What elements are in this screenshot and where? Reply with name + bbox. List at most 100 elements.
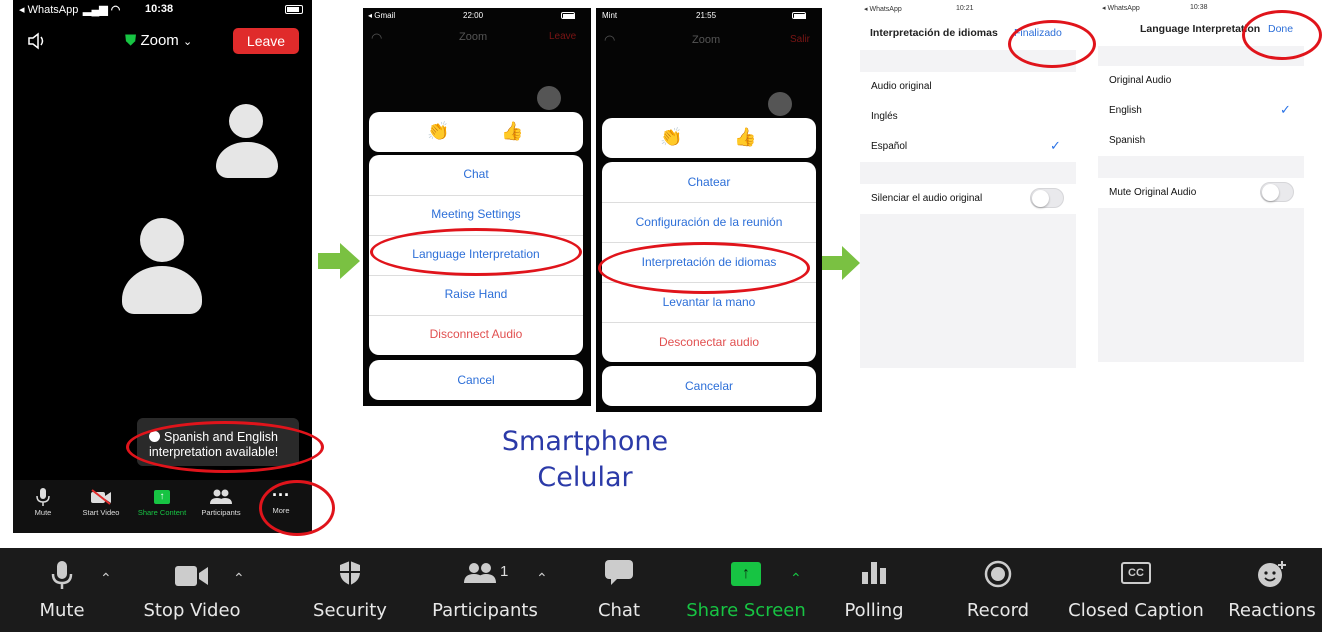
toolbar-participants-button[interactable]: 1 Participants (428, 548, 542, 632)
status-carrier: Mint (602, 11, 618, 20)
thumbs-up-emoji-icon[interactable]: 👍 (501, 121, 523, 142)
meeting-title[interactable]: ⛊ Zoom ⌄ (125, 32, 192, 49)
mute-original-toggle[interactable] (1030, 188, 1064, 208)
status-bar: ◂ WhatsApp ▂▄▆ ◠ 10:38 (13, 0, 312, 18)
toolbar-share-screen-button[interactable]: ↑ Share Screen (684, 548, 808, 632)
option-label: Original Audio (1109, 75, 1172, 86)
mute-button[interactable]: Mute (21, 486, 65, 517)
option-label: Spanish (1109, 135, 1146, 146)
option-label: Inglés (871, 111, 898, 122)
status-bar: ◂ Gmail 22:00 (363, 8, 591, 26)
toolbar-chat-button[interactable]: Chat (584, 548, 654, 632)
toolbar-record-button[interactable]: Record (958, 548, 1038, 632)
clap-emoji-icon[interactable]: 👏 (660, 127, 682, 148)
toolbar-reactions-button[interactable]: Reactions (1226, 548, 1318, 632)
menu-item-raise-hand[interactable]: Raise Hand (369, 287, 583, 301)
participants-button[interactable]: Participants (193, 486, 249, 517)
leave-button[interactable]: Leave (233, 28, 299, 54)
reactions-sheet: 👏 👍 (369, 112, 583, 152)
leave-button[interactable]: Leave (549, 31, 576, 42)
menu-item-meeting-settings[interactable]: Meeting Settings (369, 207, 583, 221)
share-options-caret-icon[interactable]: ⌃ (790, 570, 802, 587)
thumbs-up-emoji-icon[interactable]: 👍 (734, 127, 756, 148)
settings-title: Interpretación de idiomas (870, 27, 998, 39)
option-original-audio[interactable]: Original Audio (1098, 66, 1304, 96)
leave-button[interactable]: Salir (790, 34, 810, 45)
toolbar-stop-video-button[interactable]: Stop Video (140, 548, 244, 632)
toolbar-label: Security (313, 600, 387, 621)
reactions-sheet: 👏 👍 (602, 118, 816, 158)
video-off-icon (71, 486, 131, 508)
toolbar-polling-button[interactable]: Polling (838, 548, 910, 632)
option-spanish[interactable]: Spanish (1098, 126, 1304, 156)
option-espanol[interactable]: Español ✓ (860, 132, 1076, 162)
checkmark-icon: ✓ (1280, 102, 1291, 117)
toolbar-closed-caption-button[interactable]: CC Closed Caption (1068, 548, 1204, 632)
reactions-icon (1226, 560, 1318, 588)
mute-options-caret-icon[interactable]: ⌃ (100, 570, 112, 587)
signal-icon: ▂▄▆ ◠ (83, 4, 121, 16)
phone-more-menu-es: Mint 21:55 ◠ Zoom Salir 👏 👍 Chatear Conf… (596, 8, 822, 412)
status-carrier: ◂ WhatsApp (1102, 5, 1140, 12)
cancel-sheet: Cancelar (602, 366, 816, 406)
toolbar-label: Closed Caption (1068, 600, 1204, 621)
option-english[interactable]: English ✓ (1098, 96, 1304, 126)
speaker-icon[interactable] (27, 32, 47, 55)
desktop-zoom-toolbar: Mute ⌃ Stop Video ⌃ Security 1 Participa… (0, 548, 1322, 632)
menu-item-disconnect-audio[interactable]: Disconnect Audio (369, 327, 583, 341)
arrow-right-icon (318, 243, 360, 279)
meeting-name: Zoom (140, 32, 179, 49)
toolbar-label: Polling (844, 600, 904, 621)
toolbar-label: Reactions (1228, 600, 1316, 621)
menu-item-chatear[interactable]: Chatear (602, 175, 816, 189)
start-video-button[interactable]: Start Video (71, 486, 131, 517)
toolbar-security-button[interactable]: Security (308, 548, 392, 632)
status-time: 10:21 (956, 5, 974, 12)
participants-options-caret-icon[interactable]: ⌃ (536, 570, 548, 587)
menu-item-desconectar-audio[interactable]: Desconectar audio (602, 335, 816, 349)
cancel-button[interactable]: Cancel (369, 373, 583, 387)
share-content-label: Share Content (137, 508, 187, 517)
annotation-circle-more (259, 480, 335, 536)
option-ingles[interactable]: Inglés (860, 102, 1076, 132)
mute-original-row: Mute Original Audio (1098, 178, 1304, 208)
phone-more-menu-en: ◂ Gmail 22:00 ◠ Zoom Leave 👏 👍 Chat Meet… (363, 8, 591, 406)
mute-original-toggle[interactable] (1260, 182, 1294, 202)
meeting-title[interactable]: Zoom (692, 34, 720, 46)
battery-icon (792, 12, 806, 19)
menu-item-chat[interactable]: Chat (369, 167, 583, 181)
caption: Smartphone Celular (470, 424, 700, 496)
video-options-caret-icon[interactable]: ⌃ (233, 570, 245, 587)
caption-line-1: Smartphone (501, 426, 669, 457)
cancel-sheet: Cancel (369, 360, 583, 400)
option-label: Mute Original Audio (1109, 187, 1197, 198)
annotation-circle-done (1242, 10, 1322, 60)
status-carrier: ◂ WhatsApp (19, 4, 79, 16)
toolbar-label: Stop Video (143, 600, 241, 621)
mute-original-row: Silenciar el audio original (860, 184, 1076, 214)
cc-icon: CC (1068, 562, 1204, 584)
menu-item-configuracion[interactable]: Configuración de la reunión (602, 215, 816, 229)
status-time: 21:55 (696, 11, 717, 20)
option-audio-original[interactable]: Audio original (860, 72, 1076, 102)
menu-item-levantar-mano[interactable]: Levantar la mano (602, 295, 816, 309)
status-bar: Mint 21:55 (596, 8, 822, 26)
toolbar-mute-button[interactable]: Mute (22, 548, 102, 632)
microphone-icon (22, 560, 102, 590)
shield-check-icon: ⛊ (125, 32, 137, 49)
toolbar-label: Participants (432, 600, 538, 621)
headphones-icon[interactable]: ◠ (371, 30, 382, 46)
participant-count: 1 (500, 563, 509, 580)
participants-icon (193, 486, 249, 508)
clap-emoji-icon[interactable]: 👏 (427, 121, 449, 142)
share-content-button[interactable]: ↑ Share Content (131, 486, 193, 517)
battery-icon (561, 12, 575, 19)
headphones-icon[interactable]: ◠ (604, 32, 615, 48)
meeting-title[interactable]: Zoom (459, 31, 487, 43)
option-label: English (1109, 105, 1142, 116)
status-carrier: ◂ WhatsApp (864, 6, 902, 13)
toolbar-label: Chat (597, 600, 641, 621)
option-label: Español (871, 141, 908, 152)
cancel-button[interactable]: Cancelar (602, 379, 816, 393)
caption-line-2: Celular (537, 462, 633, 493)
